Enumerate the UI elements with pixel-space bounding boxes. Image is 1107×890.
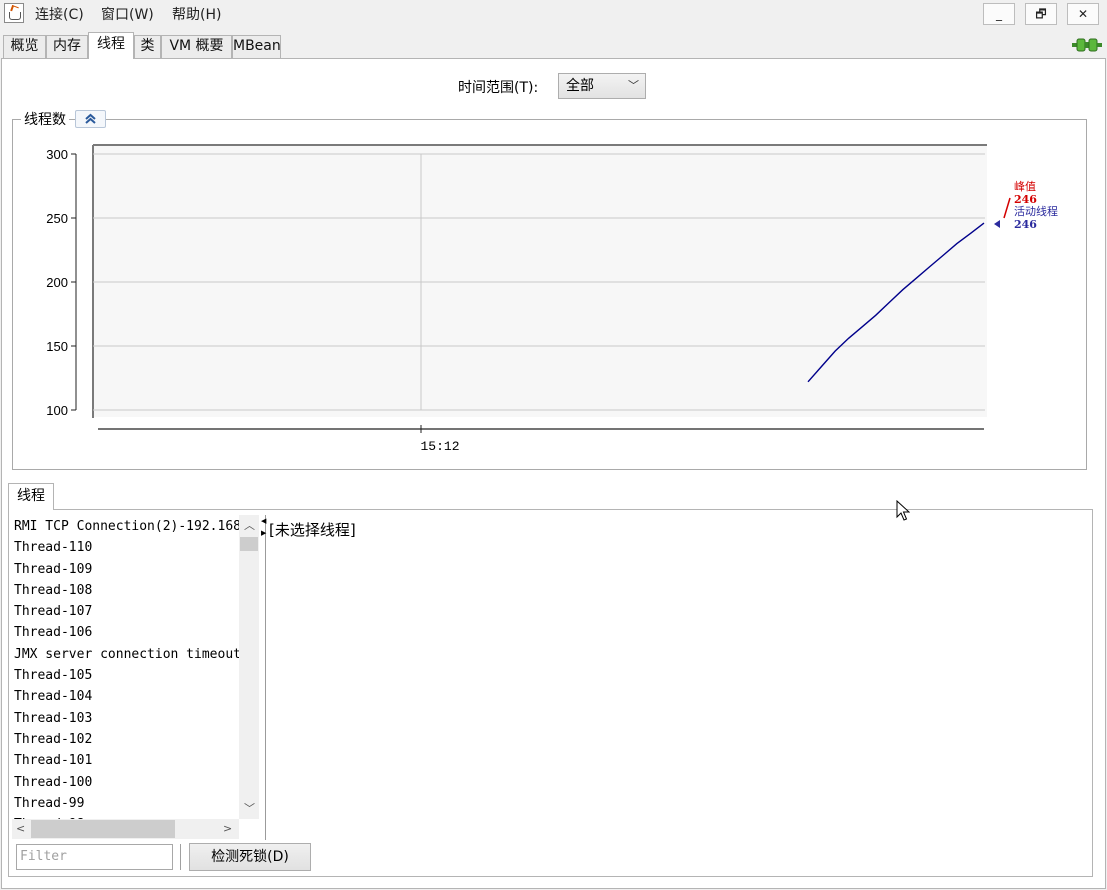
double-chevron-up-icon: [85, 113, 96, 124]
time-range-select[interactable]: 全部 ﹀: [558, 73, 646, 99]
thread-list-item[interactable]: Thread-105: [12, 665, 240, 686]
close-icon: ✕: [1077, 7, 1089, 21]
minimize-button[interactable]: _: [983, 3, 1015, 25]
thread-count-group: [12, 119, 1087, 470]
filter-input[interactable]: Filter: [16, 844, 173, 870]
thread-list[interactable]: RMI TCP Connection(2)-192.168 Thread-110 T…: [12, 516, 240, 819]
thread-list-item[interactable]: Thread-100: [12, 772, 240, 793]
thread-list-item[interactable]: Thread-110: [12, 537, 240, 558]
thread-list-item[interactable]: Thread-101: [12, 750, 240, 771]
scroll-up-icon[interactable]: ︿: [244, 517, 255, 533]
thread-list-item[interactable]: Thread-106: [12, 622, 240, 643]
restore-icon: 🗗: [1035, 7, 1047, 21]
scroll-down-icon[interactable]: ﹀: [244, 800, 255, 816]
tab-threads[interactable]: 线程: [88, 32, 134, 59]
mouse-cursor-icon: [896, 500, 910, 521]
menu-connection[interactable]: 连接(C): [35, 4, 84, 24]
split-pane-divider[interactable]: ◀ ▶: [260, 515, 266, 840]
separator: [180, 844, 181, 870]
thread-list-vertical-scrollbar[interactable]: ︿ ﹀: [239, 515, 259, 819]
thread-list-item[interactable]: Thread-102: [12, 729, 240, 750]
thread-list-item[interactable]: RMI TCP Connection(2)-192.168: [12, 516, 240, 537]
thread-list-item[interactable]: Thread-104: [12, 686, 240, 707]
thread-list-item[interactable]: Thread-108: [12, 580, 240, 601]
time-range-value: 全部: [566, 78, 594, 94]
scroll-right-icon[interactable]: >: [223, 822, 232, 835]
menu-bar: 连接(C) 窗口(W) 帮助(H) _ 🗗 ✕: [0, 0, 1107, 28]
close-button[interactable]: ✕: [1067, 3, 1099, 25]
time-range-label: 时间范围(T):: [458, 80, 539, 96]
thread-count-title: 线程数: [21, 109, 69, 129]
tab-mbean[interactable]: MBean: [232, 35, 281, 58]
connection-plug-icon[interactable]: [1072, 36, 1102, 54]
menu-help[interactable]: 帮助(H): [172, 4, 221, 24]
menu-window[interactable]: 窗口(W): [101, 4, 154, 24]
tab-memory[interactable]: 内存: [46, 35, 88, 58]
thread-list-item[interactable]: Thread-99: [12, 793, 240, 814]
detect-deadlock-button[interactable]: 检测死锁(D): [189, 843, 311, 871]
split-left-arrow-icon[interactable]: ◀: [261, 517, 266, 525]
thread-list-horizontal-scrollbar[interactable]: < >: [12, 819, 239, 839]
main-tabs: 概览 内存 线程 类 VM 概要 MBean: [0, 32, 1107, 59]
thread-list-item[interactable]: JMX server connection timeout: [12, 644, 240, 665]
thread-detail-placeholder: [未选择线程]: [269, 521, 356, 539]
tab-overview[interactable]: 概览: [3, 35, 46, 58]
thread-list-item[interactable]: Thread-107: [12, 601, 240, 622]
chevron-down-icon: ﹀: [628, 79, 639, 92]
scroll-left-icon[interactable]: <: [16, 822, 25, 835]
tab-vm-summary[interactable]: VM 概要: [161, 35, 232, 58]
collapse-chart-button[interactable]: [75, 110, 106, 128]
restore-button[interactable]: 🗗: [1025, 3, 1057, 25]
split-right-arrow-icon[interactable]: ▶: [261, 529, 266, 537]
tab-thread-list[interactable]: 线程: [8, 483, 54, 510]
thread-list-item[interactable]: Thread-103: [12, 708, 240, 729]
scroll-thumb-horizontal[interactable]: [31, 820, 175, 838]
java-icon[interactable]: [4, 3, 24, 23]
tab-classes[interactable]: 类: [134, 35, 161, 58]
scroll-thumb[interactable]: [240, 537, 258, 551]
thread-list-item[interactable]: Thread-109: [12, 559, 240, 580]
minimize-icon: _: [996, 7, 1002, 21]
